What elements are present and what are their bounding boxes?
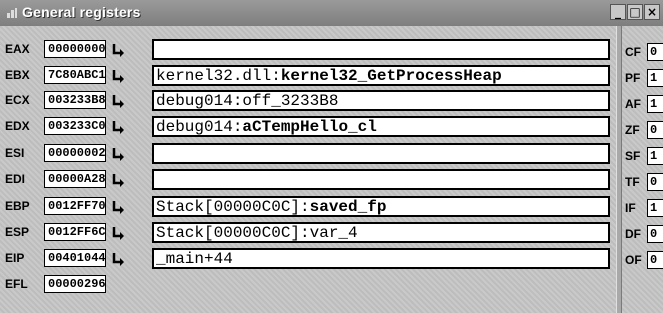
register-row: ESI 00000002 — [0, 143, 620, 165]
register-row: EBX 7C80ABC1 kernel32.dll:kernel32_GetProc… — [0, 65, 620, 87]
register-name: EAX — [5, 42, 30, 56]
jump-arrow-icon[interactable] — [110, 68, 126, 84]
flag-row: AF 1 — [622, 94, 663, 116]
register-reference[interactable] — [152, 169, 610, 190]
register-row: ESP 0012FF6C Stack[00000C0C]:var_4 — [0, 222, 620, 244]
register-reference[interactable] — [152, 39, 610, 60]
register-reference[interactable]: kernel32.dll:kernel32_GetProcessHeap — [152, 65, 610, 86]
register-value-field[interactable]: 00000296 — [44, 275, 106, 293]
register-reference[interactable]: debug014:aCTempHello_cl — [152, 116, 610, 137]
jump-arrow-icon[interactable] — [110, 146, 126, 162]
register-value-field[interactable]: 00000002 — [44, 144, 106, 162]
jump-arrow-icon[interactable] — [110, 119, 126, 135]
register-reference[interactable]: Stack[00000C0C]:var_4 — [152, 222, 610, 243]
register-value-field[interactable]: 7C80ABC1 — [44, 66, 106, 84]
flag-name: CF — [625, 45, 641, 59]
flag-value-field[interactable]: 0 — [647, 43, 663, 61]
reference-text: _main+44 — [156, 250, 233, 268]
register-row: EFL 00000296 — [0, 274, 620, 296]
jump-arrow-icon[interactable] — [110, 251, 126, 267]
reference-text: Stack[00000C0C]:var_4 — [156, 224, 358, 242]
flag-name: SF — [625, 149, 641, 163]
flag-row: DF 0 — [622, 224, 663, 246]
register-row: EBP 0012FF70 Stack[00000C0C]:saved_fp — [0, 196, 620, 218]
reference-text: kernel32.dll: — [156, 67, 281, 85]
register-name: EIP — [5, 251, 25, 265]
register-reference[interactable] — [152, 143, 610, 164]
flag-row: TF 0 — [622, 172, 663, 194]
register-name: EDX — [5, 119, 30, 133]
flag-name: PF — [625, 71, 641, 85]
register-row: EDX 003233C0 debug014:aCTempHello_cl — [0, 116, 620, 138]
reference-text: Stack[00000C0C]: — [156, 198, 310, 216]
jump-arrow-icon[interactable] — [110, 42, 126, 58]
register-value-field[interactable]: 0012FF70 — [44, 197, 106, 215]
window-title: General registers — [22, 4, 141, 20]
register-name: EBX — [5, 68, 30, 82]
jump-arrow-icon[interactable] — [110, 93, 126, 109]
register-name: EDI — [5, 172, 26, 186]
reference-text: debug014:off_3233B8 — [156, 92, 339, 110]
flag-value-field[interactable]: 0 — [647, 225, 663, 243]
flag-name: IF — [625, 201, 636, 215]
flag-value-field[interactable]: 1 — [647, 199, 663, 217]
flag-value-field[interactable]: 1 — [647, 95, 663, 113]
flag-value-field[interactable]: 1 — [647, 147, 663, 165]
jump-arrow-icon[interactable] — [110, 225, 126, 241]
flag-name: OF — [625, 253, 642, 267]
register-row: ECX 003233B8 debug014:off_3233B8 — [0, 90, 620, 112]
flag-row: CF 0 — [622, 42, 663, 64]
register-name: EBP — [5, 199, 30, 213]
register-name: ESP — [5, 225, 30, 239]
flag-row: OF 0 — [622, 250, 663, 272]
flag-row: SF 1 — [622, 146, 663, 168]
register-reference[interactable]: _main+44 — [152, 248, 610, 269]
flag-name: TF — [625, 175, 640, 189]
jump-arrow-icon[interactable] — [110, 172, 126, 188]
flag-row: PF 1 — [622, 68, 663, 90]
register-value-field[interactable]: 003233B8 — [44, 91, 106, 109]
window-titlebar[interactable]: General registers _ □ × — [0, 0, 663, 27]
flag-row: IF 1 — [622, 198, 663, 220]
flag-value-field[interactable]: 1 — [647, 69, 663, 87]
reference-symbol: kernel32_GetProcessHeap — [280, 67, 502, 85]
flag-value-field[interactable]: 0 — [647, 173, 663, 191]
reference-text: debug014: — [156, 118, 243, 136]
register-value-field[interactable]: 00000000 — [44, 40, 106, 58]
flag-name: AF — [625, 97, 641, 111]
maximize-button[interactable]: □ — [627, 4, 643, 20]
register-row: EIP 00401044 _main+44 — [0, 248, 620, 270]
window-icon — [7, 8, 17, 18]
jump-arrow-icon[interactable] — [110, 199, 126, 215]
flag-value-field[interactable]: 0 — [647, 121, 663, 139]
register-value-field[interactable]: 00401044 — [44, 249, 106, 267]
register-row: EAX 00000000 — [0, 39, 620, 61]
flag-value-field[interactable]: 0 — [647, 251, 663, 269]
minimize-button[interactable]: _ — [610, 4, 626, 20]
register-row: EDI 00000A28 — [0, 169, 620, 191]
reference-symbol: saved_fp — [309, 198, 387, 216]
close-button[interactable]: × — [644, 4, 660, 20]
register-value-field[interactable]: 0012FF6C — [44, 223, 106, 241]
flag-name: ZF — [625, 123, 640, 137]
flag-name: DF — [625, 227, 641, 241]
register-value-field[interactable]: 003233C0 — [44, 117, 106, 135]
register-value-field[interactable]: 00000A28 — [44, 170, 106, 188]
reference-symbol: aCTempHello_cl — [242, 118, 377, 136]
register-reference[interactable]: Stack[00000C0C]:saved_fp — [152, 196, 610, 217]
register-reference[interactable]: debug014:off_3233B8 — [152, 90, 610, 111]
register-name: ECX — [5, 93, 30, 107]
register-name: EFL — [5, 277, 28, 291]
register-name: ESI — [5, 146, 25, 160]
flag-row: ZF 0 — [622, 120, 663, 142]
